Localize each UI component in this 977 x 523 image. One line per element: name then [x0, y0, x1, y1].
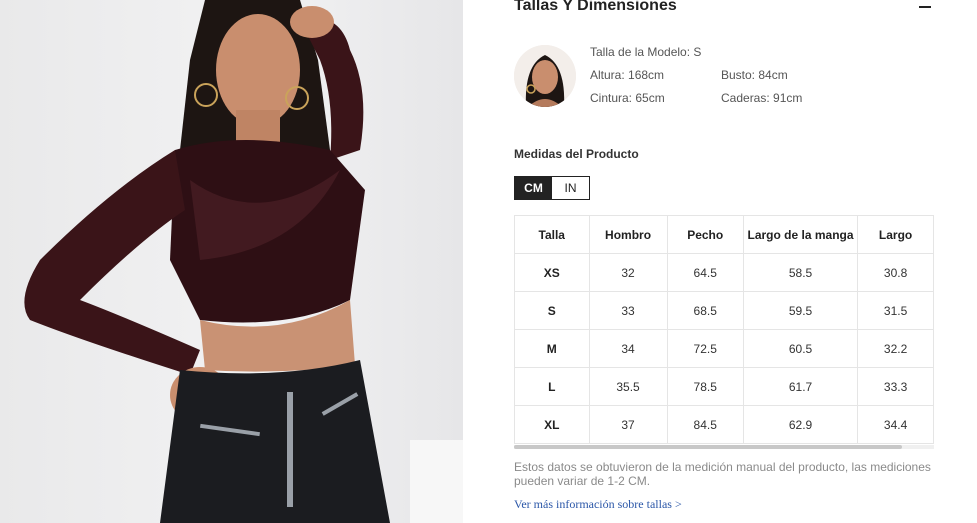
table-row: L 35.5 78.5 61.7 33.3 [514, 367, 934, 406]
size-guide-title: Tallas Y Dimensiones [514, 0, 677, 14]
table-cell: 72.5 [667, 329, 744, 368]
table-cell: 61.7 [743, 367, 859, 406]
scrollbar-thumb[interactable] [514, 445, 902, 449]
table-cell: 32 [589, 253, 668, 292]
model-height: Altura: 168cm [590, 68, 665, 82]
table-cell: 32.2 [857, 329, 934, 368]
unit-toggle: CM IN [514, 176, 590, 200]
column-header: Talla [514, 215, 590, 254]
table-cell: 62.9 [743, 405, 859, 444]
column-header: Hombro [589, 215, 668, 254]
size-table-scroll-area[interactable]: Talla Hombro Pecho Largo de la manga Lar… [514, 215, 934, 444]
table-cell: 68.5 [667, 291, 744, 330]
size-cell: M [514, 329, 590, 368]
table-cell: 33.3 [857, 367, 934, 406]
table-cell: 37 [589, 405, 668, 444]
horizontal-scrollbar[interactable] [514, 445, 934, 449]
size-cell: XS [514, 253, 590, 292]
table-cell: 84.5 [667, 405, 744, 444]
unit-cm-button[interactable]: CM [515, 177, 552, 199]
size-cell: L [514, 367, 590, 406]
table-cell: 59.5 [743, 291, 859, 330]
size-table-header-row: Talla Hombro Pecho Largo de la manga Lar… [514, 215, 934, 254]
table-cell: 35.5 [589, 367, 668, 406]
column-header: Pecho [667, 215, 744, 254]
model-waist: Cintura: 65cm [590, 91, 665, 105]
column-header: Largo [857, 215, 934, 254]
size-table: Talla Hombro Pecho Largo de la manga Lar… [514, 215, 934, 444]
unit-in-button[interactable]: IN [552, 177, 589, 199]
measurement-note: Estos datos se obtuvieron de la medición… [514, 460, 931, 488]
table-cell: 30.8 [857, 253, 934, 292]
table-cell: 34.4 [857, 405, 934, 444]
table-cell: 58.5 [743, 253, 859, 292]
size-guide-panel: Tallas Y Dimensiones Talla de la Modelo:… [463, 0, 977, 523]
model-avatar [514, 45, 576, 107]
minus-icon[interactable] [919, 6, 931, 8]
table-cell: 60.5 [743, 329, 859, 368]
size-cell: XL [514, 405, 590, 444]
model-size-label: Talla de la Modelo: S [590, 45, 702, 59]
column-header: Largo de la manga [743, 215, 859, 254]
product-photo [0, 0, 463, 523]
table-cell: 78.5 [667, 367, 744, 406]
product-measurements-title: Medidas del Producto [514, 147, 639, 161]
product-photo-illustration [24, 0, 463, 523]
table-row: XS 32 64.5 58.5 30.8 [514, 253, 934, 292]
table-row: M 34 72.5 60.5 32.2 [514, 329, 934, 368]
table-cell: 64.5 [667, 253, 744, 292]
model-hips: Caderas: 91cm [721, 91, 803, 105]
size-cell: S [514, 291, 590, 330]
table-row: XL 37 84.5 62.9 34.4 [514, 405, 934, 444]
table-cell: 31.5 [857, 291, 934, 330]
table-cell: 33 [589, 291, 668, 330]
model-avatar-icon [514, 45, 576, 107]
model-bust: Busto: 84cm [721, 68, 788, 82]
table-row: S 33 68.5 59.5 31.5 [514, 291, 934, 330]
table-cell: 34 [589, 329, 668, 368]
more-size-info-link[interactable]: Ver más información sobre tallas > [514, 497, 682, 512]
